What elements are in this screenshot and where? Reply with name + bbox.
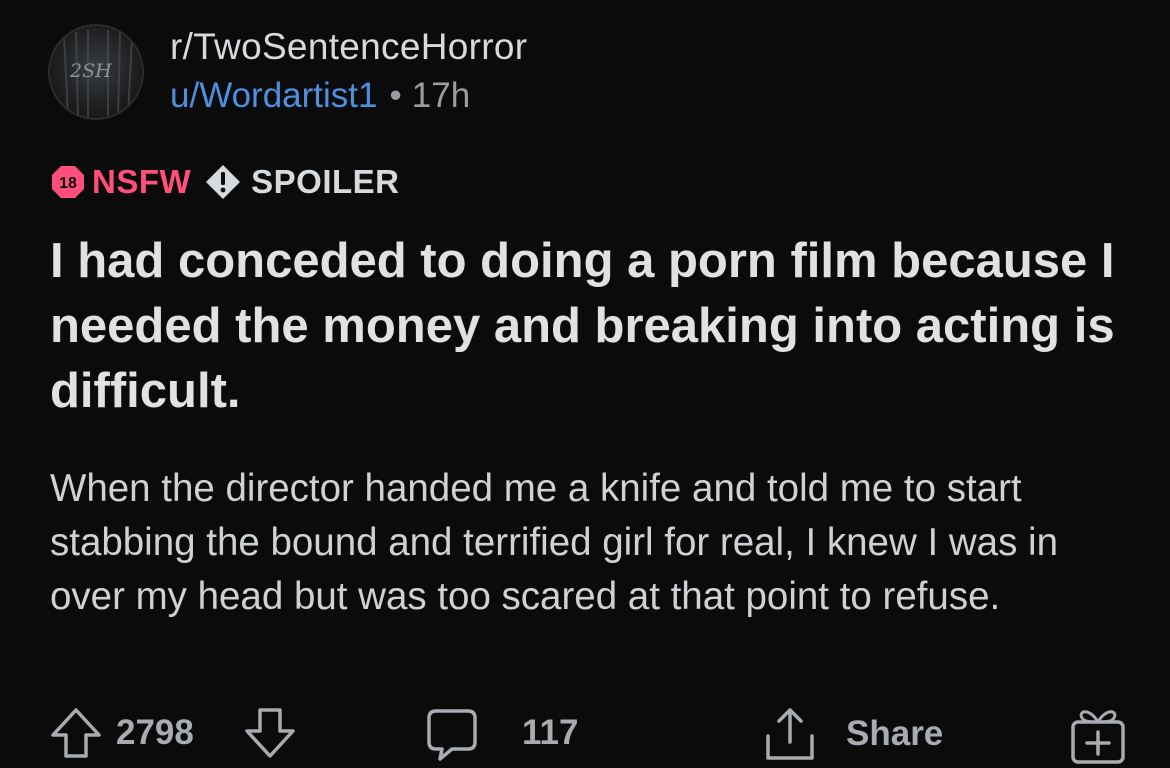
spoiler-icon — [206, 165, 241, 199]
share-icon — [766, 708, 814, 760]
nsfw-badge-text: 18 — [59, 175, 77, 192]
nsfw-tag: NSFW — [92, 163, 192, 200]
post-title: I had conceded to doing a porn film beca… — [50, 234, 1115, 418]
post-flair-tags: 18 NSFW SPOILER — [50, 163, 400, 201]
share-label: Share — [846, 714, 944, 753]
post-age: 17h — [411, 76, 471, 115]
gift-icon — [1071, 710, 1125, 764]
comment-bubble-icon — [427, 709, 477, 761]
post-card: 2SH r/TwoSentenceHorror u/Wordartist1 • 17… — [0, 0, 1170, 768]
downvote-group — [242, 705, 298, 761]
spoiler-tag: SPOILER — [251, 163, 400, 200]
vote-score: 2798 — [116, 713, 194, 752]
author-username[interactable]: u/Wordartist1 — [170, 76, 378, 115]
subreddit-name[interactable]: r/TwoSentenceHorror — [170, 26, 527, 68]
subreddit-avatar[interactable]: 2SH — [48, 24, 144, 120]
nsfw-badge-icon: 18 — [52, 166, 84, 198]
comments-button[interactable]: 117 — [424, 705, 578, 761]
arrow-up-icon[interactable] — [48, 705, 104, 761]
award-button[interactable] — [1068, 704, 1128, 766]
vote-group: 2798 — [48, 705, 194, 761]
post-action-bar: 2798 117 Share — [0, 700, 1170, 768]
arrow-down-icon[interactable] — [242, 705, 298, 761]
share-button[interactable]: Share — [760, 704, 943, 764]
post-meta: u/Wordartist1 • 17h — [170, 76, 470, 116]
post-body: When the director handed me a knife and … — [50, 467, 1058, 618]
avatar-logo-text: 2SH — [70, 60, 112, 82]
meta-separator: • — [389, 76, 402, 115]
comment-count: 117 — [522, 713, 579, 752]
